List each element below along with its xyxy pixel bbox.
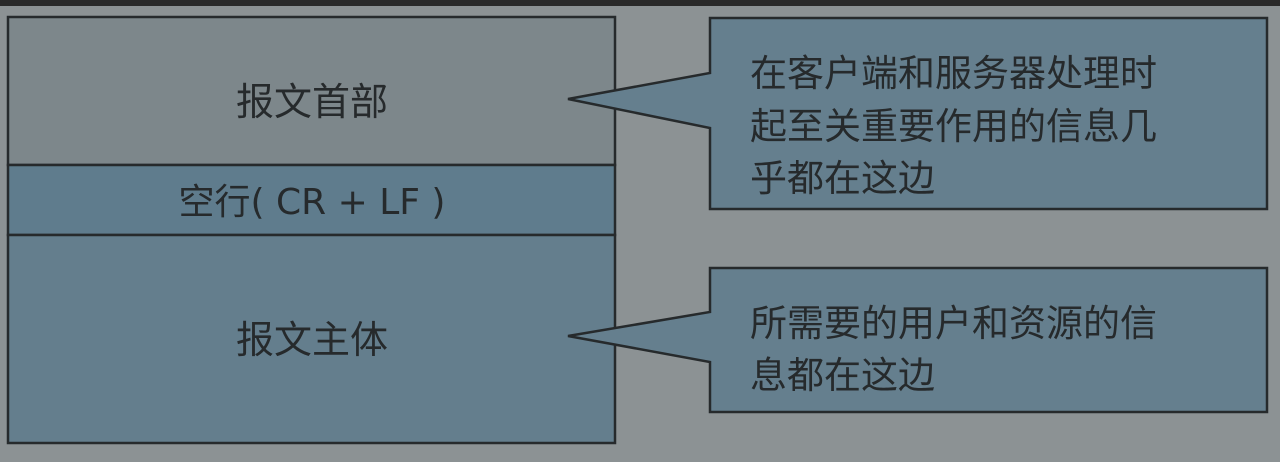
body-note-line-1: 所需要的用户和资源的信 bbox=[750, 302, 1157, 345]
body-label: 报文主体 bbox=[236, 318, 388, 362]
blank-line-label: 空行( CR + LF ) bbox=[179, 182, 446, 223]
body-callout: 所需要的用户和资源的信 息都在这边 bbox=[567, 266, 1269, 414]
http-message-diagram: 报文首部 空行( CR + LF ) 报文主体 在客户端和服务器处理时 起至关重… bbox=[6, 15, 1269, 445]
header-label: 报文首部 bbox=[236, 80, 388, 124]
header-callout: 在客户端和服务器处理时 起至关重要作用的信息几 乎都在这边 bbox=[567, 16, 1269, 211]
header-note-line-3: 乎都在这边 bbox=[750, 157, 935, 200]
header-note-line-2: 起至关重要作用的信息几 bbox=[750, 105, 1157, 148]
diagram-canvas: 报文首部 空行( CR + LF ) 报文主体 在客户端和服务器处理时 起至关重… bbox=[0, 6, 1280, 462]
header-note-line-1: 在客户端和服务器处理时 bbox=[750, 52, 1157, 95]
message-structure: 报文首部 空行( CR + LF ) 报文主体 bbox=[6, 15, 617, 445]
body-note-line-2: 息都在这边 bbox=[750, 354, 935, 397]
